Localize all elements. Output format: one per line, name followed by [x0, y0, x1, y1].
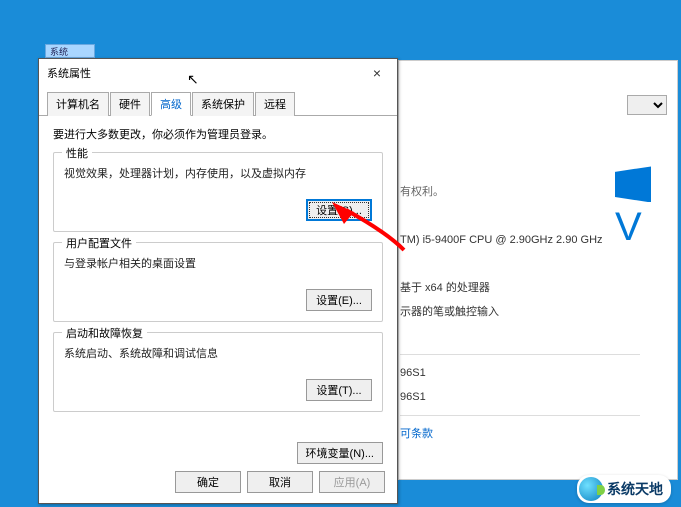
- performance-group: 性能 视觉效果，处理器计划，内存使用，以及虚拟内存 设置(S)...: [53, 152, 383, 232]
- rights-text: 有权利。: [400, 180, 640, 204]
- close-icon[interactable]: ×: [357, 61, 397, 85]
- startup-recovery-title: 启动和故障恢复: [62, 325, 147, 341]
- tab-advanced[interactable]: 高级: [151, 92, 191, 116]
- performance-settings-button[interactable]: 设置(S)...: [306, 199, 372, 221]
- environment-variables-button[interactable]: 环境变量(N)...: [297, 442, 383, 464]
- ok-button[interactable]: 确定: [175, 471, 241, 493]
- watermark-globe-icon: [579, 477, 603, 501]
- bg-dropdown[interactable]: [627, 95, 667, 115]
- cursor-icon: ↖: [187, 71, 199, 88]
- user-profiles-group: 用户配置文件 与登录帐户相关的桌面设置 设置(E)...: [53, 242, 383, 322]
- arch-line: 基于 x64 的处理器: [400, 276, 640, 300]
- system-info-text: 有权利。 TM) i5-9400F CPU @ 2.90GHz 2.90 GHz…: [400, 180, 640, 422]
- user-profiles-settings-button[interactable]: 设置(E)...: [306, 289, 372, 311]
- tab-computer-name[interactable]: 计算机名: [47, 92, 109, 116]
- explorer-tab: 系统: [45, 44, 95, 58]
- system-properties-dialog: 系统属性 × ↖ 计算机名 硬件 高级 系统保护 远程 要进行大多数更改，你必须…: [38, 58, 398, 504]
- user-profiles-desc: 与登录帐户相关的桌面设置: [64, 255, 372, 271]
- dialog-title: 系统属性: [47, 65, 91, 81]
- id-line-2: 96S1: [400, 385, 640, 409]
- watermark-text: 系统天地: [607, 479, 663, 499]
- tab-hardware[interactable]: 硬件: [110, 92, 150, 116]
- terms-link[interactable]: 可条款: [400, 425, 433, 441]
- tab-remote[interactable]: 远程: [255, 92, 295, 116]
- user-profiles-title: 用户配置文件: [62, 235, 136, 251]
- admin-note: 要进行大多数更改，你必须作为管理员登录。: [53, 126, 383, 142]
- startup-recovery-desc: 系统启动、系统故障和调试信息: [64, 345, 372, 361]
- dialog-titlebar: 系统属性 × ↖: [39, 59, 397, 87]
- startup-settings-button[interactable]: 设置(T)...: [306, 379, 372, 401]
- apply-button[interactable]: 应用(A): [319, 471, 385, 493]
- dialog-tabs: 计算机名 硬件 高级 系统保护 远程: [39, 91, 397, 116]
- dialog-button-bar: 确定 取消 应用(A): [175, 471, 385, 493]
- performance-title: 性能: [62, 145, 92, 161]
- cancel-button[interactable]: 取消: [247, 471, 313, 493]
- startup-recovery-group: 启动和故障恢复 系统启动、系统故障和调试信息 设置(T)...: [53, 332, 383, 412]
- cpu-line: TM) i5-9400F CPU @ 2.90GHz 2.90 GHz: [400, 228, 640, 252]
- id-line-1: 96S1: [400, 361, 640, 385]
- pen-line: 示器的笔或触控输入: [400, 300, 640, 324]
- tab-system-protection[interactable]: 系统保护: [192, 92, 254, 116]
- watermark-badge: 系统天地: [577, 475, 671, 503]
- performance-desc: 视觉效果，处理器计划，内存使用，以及虚拟内存: [64, 165, 372, 181]
